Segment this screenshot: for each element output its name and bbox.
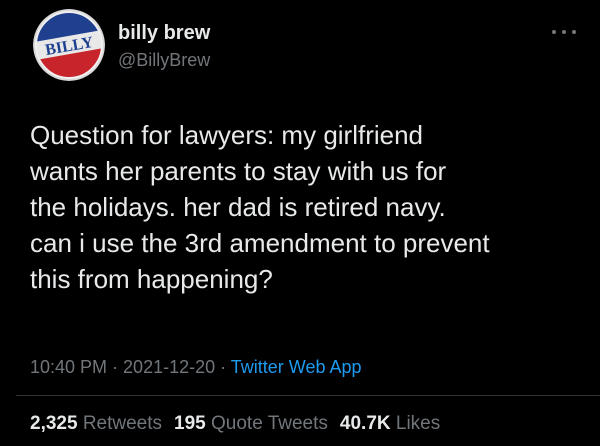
more-options-icon[interactable] (552, 27, 576, 37)
tweet-meta: 10:40 PM · 2021-12-20 · Twitter Web App (30, 355, 362, 379)
likes-stat[interactable]: 40.7K Likes (340, 413, 440, 434)
meta-separator: · (107, 357, 124, 377)
likes-label: Likes (395, 413, 441, 434)
tweet-text-line: can i use the 3rd amendment to prevent (30, 228, 490, 258)
likes-count: 40.7K (339, 413, 391, 434)
dot (552, 30, 556, 34)
retweets-label: Retweets (82, 413, 163, 434)
quotes-label: Quote Tweets (211, 413, 328, 434)
tweet-text-line: wants her parents to stay with us for (30, 156, 447, 186)
billy-logo-icon: BILLY (33, 9, 105, 81)
tweet-source-link[interactable]: Twitter Web App (231, 357, 362, 377)
divider (16, 395, 600, 396)
meta-separator: · (215, 357, 231, 377)
quotes-stat[interactable]: 195 Quote Tweets (174, 413, 328, 434)
quotes-count: 195 (174, 413, 206, 434)
tweet-time[interactable]: 10:40 PM (30, 357, 107, 377)
tweet-text-line: the holidays. her dad is retired navy. (30, 192, 446, 222)
retweets-count: 2,325 (30, 413, 78, 434)
display-name[interactable]: billy brew (118, 21, 210, 45)
user-handle[interactable]: @BillyBrew (118, 49, 210, 71)
tweet-text-line: Question for lawyers: my girlfriend (30, 120, 424, 150)
tweet-text: Question for lawyers: my girlfriend want… (30, 117, 590, 297)
tweet-date[interactable]: 2021-12-20 (123, 357, 215, 377)
retweets-stat[interactable]: 2,325 Retweets (30, 413, 162, 434)
dot (572, 30, 576, 34)
avatar[interactable]: BILLY (33, 9, 105, 81)
tweet-card: BILLY billy brew @BillyBrew Question for… (0, 0, 600, 446)
dot (562, 30, 566, 34)
tweet-text-line: this from happening? (30, 264, 273, 294)
tweet-stats: 2,325 Retweets 195 Quote Tweets 40.7K Like… (30, 412, 440, 436)
